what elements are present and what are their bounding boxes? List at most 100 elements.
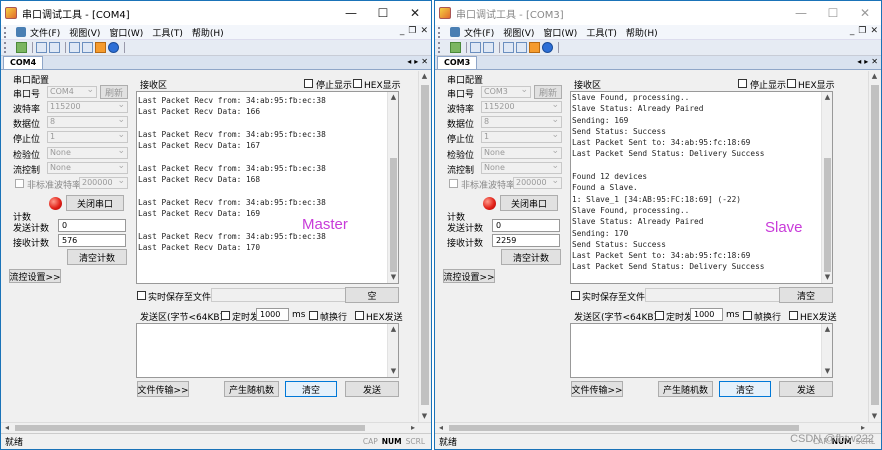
title-bar[interactable]: 串口调试工具 - [COM4] — ☐ ✕ bbox=[1, 1, 431, 25]
flow-select[interactable]: None bbox=[481, 161, 562, 174]
flow-settings-button[interactable]: 流控设置>> bbox=[9, 269, 61, 283]
databits-select[interactable]: 8 bbox=[47, 115, 128, 128]
save-clear-button[interactable]: 清空 bbox=[779, 287, 833, 303]
receive-textarea[interactable]: Last Packet Recv from: 34:ab:95:fb:ec:38… bbox=[136, 91, 399, 284]
title-bar[interactable]: 串口调试工具 - [COM3] — ☐ ✕ bbox=[435, 1, 881, 25]
send-scrollbar[interactable]: ▲ ▼ bbox=[387, 324, 398, 377]
hex-send-checkbox[interactable] bbox=[789, 311, 798, 320]
nonstd-baud-select[interactable]: 200000 bbox=[79, 176, 128, 189]
mdi-restore-icon[interactable]: ❐ bbox=[408, 26, 416, 36]
stopbits-select[interactable]: 1 bbox=[481, 130, 562, 143]
send-button[interactable]: 发送 bbox=[779, 381, 833, 397]
file-transfer-button[interactable]: 文件传输>> bbox=[137, 381, 189, 397]
tile-vertical-icon[interactable] bbox=[483, 42, 494, 53]
receive-textarea[interactable]: Slave Found, processing.. Slave Status: A… bbox=[570, 91, 833, 284]
scroll-thumb[interactable] bbox=[824, 158, 831, 272]
timed-send-interval-field[interactable]: 1000 bbox=[690, 308, 723, 321]
scroll-up-icon[interactable]: ▲ bbox=[822, 92, 832, 103]
scroll-right-icon[interactable]: ▸ bbox=[861, 423, 865, 433]
clear-send-button[interactable]: 清空 bbox=[719, 381, 771, 397]
menu-help[interactable]: 帮助(H) bbox=[192, 26, 224, 39]
send-button[interactable]: 发送 bbox=[345, 381, 399, 397]
upload-icon[interactable] bbox=[529, 42, 540, 53]
clear-send-button[interactable]: 清空 bbox=[285, 381, 337, 397]
port-select[interactable]: COM4 bbox=[47, 85, 97, 98]
send-textarea[interactable]: ▲ ▼ bbox=[136, 323, 399, 378]
scroll-down-icon[interactable]: ▼ bbox=[869, 411, 880, 422]
menu-view[interactable]: 视图(V) bbox=[69, 26, 100, 39]
nonstd-baud-select[interactable]: 200000 bbox=[513, 176, 562, 189]
mdi-close-icon[interactable]: ✕ bbox=[870, 26, 878, 36]
tab-next-icon[interactable]: ▸ bbox=[414, 57, 418, 66]
tab-close-icon[interactable]: ✕ bbox=[421, 57, 428, 66]
menu-file[interactable]: 文件(F) bbox=[30, 26, 60, 39]
menu-window[interactable]: 窗口(W) bbox=[543, 26, 577, 39]
window-icon[interactable] bbox=[516, 42, 527, 53]
tile-horizontal-icon[interactable] bbox=[36, 42, 47, 53]
baud-select[interactable]: 115200 bbox=[481, 100, 562, 113]
horizontal-scrollbar[interactable]: ◂ ▸ bbox=[1, 422, 431, 432]
receive-scrollbar[interactable]: ▲ ▼ bbox=[821, 92, 832, 283]
tab-close-icon[interactable]: ✕ bbox=[871, 57, 878, 66]
minimize-button[interactable]: — bbox=[785, 1, 817, 25]
random-number-button[interactable]: 产生随机数 bbox=[658, 381, 713, 397]
tile-vertical-icon[interactable] bbox=[49, 42, 60, 53]
nonstd-baud-checkbox[interactable] bbox=[449, 179, 458, 188]
flow-settings-button[interactable]: 流控设置>> bbox=[443, 269, 495, 283]
clear-count-button[interactable]: 清空计数 bbox=[67, 249, 127, 265]
scroll-thumb[interactable] bbox=[390, 158, 397, 272]
scroll-thumb[interactable] bbox=[449, 425, 799, 431]
refresh-button[interactable]: 刷新 bbox=[100, 85, 128, 99]
scroll-up-icon[interactable]: ▲ bbox=[419, 71, 430, 82]
hex-send-checkbox[interactable] bbox=[355, 311, 364, 320]
scroll-left-icon[interactable]: ◂ bbox=[439, 423, 443, 433]
scroll-thumb[interactable] bbox=[15, 425, 365, 431]
stopbits-select[interactable]: 1 bbox=[47, 130, 128, 143]
databits-select[interactable]: 8 bbox=[481, 115, 562, 128]
scroll-down-icon[interactable]: ▼ bbox=[822, 272, 832, 283]
hex-display-checkbox[interactable] bbox=[787, 79, 796, 88]
maximize-button[interactable]: ☐ bbox=[367, 1, 399, 25]
parity-select[interactable]: None bbox=[47, 146, 128, 159]
flow-select[interactable]: None bbox=[47, 161, 128, 174]
window-icon[interactable] bbox=[82, 42, 93, 53]
mdi-minimize-icon[interactable]: _ bbox=[400, 26, 405, 36]
minimize-button[interactable]: — bbox=[335, 1, 367, 25]
refresh-button[interactable]: 刷新 bbox=[534, 85, 562, 99]
stop-display-checkbox[interactable] bbox=[304, 79, 313, 88]
receive-scrollbar[interactable]: ▲ ▼ bbox=[387, 92, 398, 283]
file-transfer-button[interactable]: 文件传输>> bbox=[571, 381, 623, 397]
mdi-restore-icon[interactable]: ❐ bbox=[858, 26, 866, 36]
menu-tools[interactable]: 工具(T) bbox=[152, 26, 183, 39]
menu-tools[interactable]: 工具(T) bbox=[586, 26, 617, 39]
scroll-down-icon[interactable]: ▼ bbox=[388, 272, 398, 283]
scroll-left-icon[interactable]: ◂ bbox=[5, 423, 9, 433]
random-number-button[interactable]: 产生随机数 bbox=[224, 381, 279, 397]
scroll-down-icon[interactable]: ▼ bbox=[822, 366, 832, 377]
clear-count-button[interactable]: 清空计数 bbox=[501, 249, 561, 265]
parity-select[interactable]: None bbox=[481, 146, 562, 159]
window-vertical-scrollbar[interactable]: ▲ ▼ bbox=[418, 71, 430, 422]
hex-display-checkbox[interactable] bbox=[353, 79, 362, 88]
scroll-thumb[interactable] bbox=[871, 85, 879, 405]
nonstd-baud-checkbox[interactable] bbox=[15, 179, 24, 188]
baud-select[interactable]: 115200 bbox=[47, 100, 128, 113]
scroll-up-icon[interactable]: ▲ bbox=[388, 324, 398, 335]
horizontal-scrollbar[interactable]: ◂ ▸ bbox=[435, 422, 881, 432]
maximize-button[interactable]: ☐ bbox=[817, 1, 849, 25]
menu-window[interactable]: 窗口(W) bbox=[109, 26, 143, 39]
mdi-minimize-icon[interactable]: _ bbox=[850, 26, 855, 36]
scroll-up-icon[interactable]: ▲ bbox=[822, 324, 832, 335]
save-icon[interactable] bbox=[16, 42, 27, 53]
tab-port[interactable]: COM3 bbox=[437, 56, 478, 69]
menu-help[interactable]: 帮助(H) bbox=[626, 26, 658, 39]
close-button[interactable]: ✕ bbox=[849, 1, 881, 25]
send-scrollbar[interactable]: ▲ ▼ bbox=[821, 324, 832, 377]
window-vertical-scrollbar[interactable]: ▲ ▼ bbox=[868, 71, 880, 422]
newline-checkbox[interactable] bbox=[743, 311, 752, 320]
tile-horizontal-icon[interactable] bbox=[470, 42, 481, 53]
close-port-button[interactable]: 关闭串口 bbox=[500, 195, 558, 211]
scroll-down-icon[interactable]: ▼ bbox=[388, 366, 398, 377]
save-icon[interactable] bbox=[450, 42, 461, 53]
scroll-up-icon[interactable]: ▲ bbox=[388, 92, 398, 103]
